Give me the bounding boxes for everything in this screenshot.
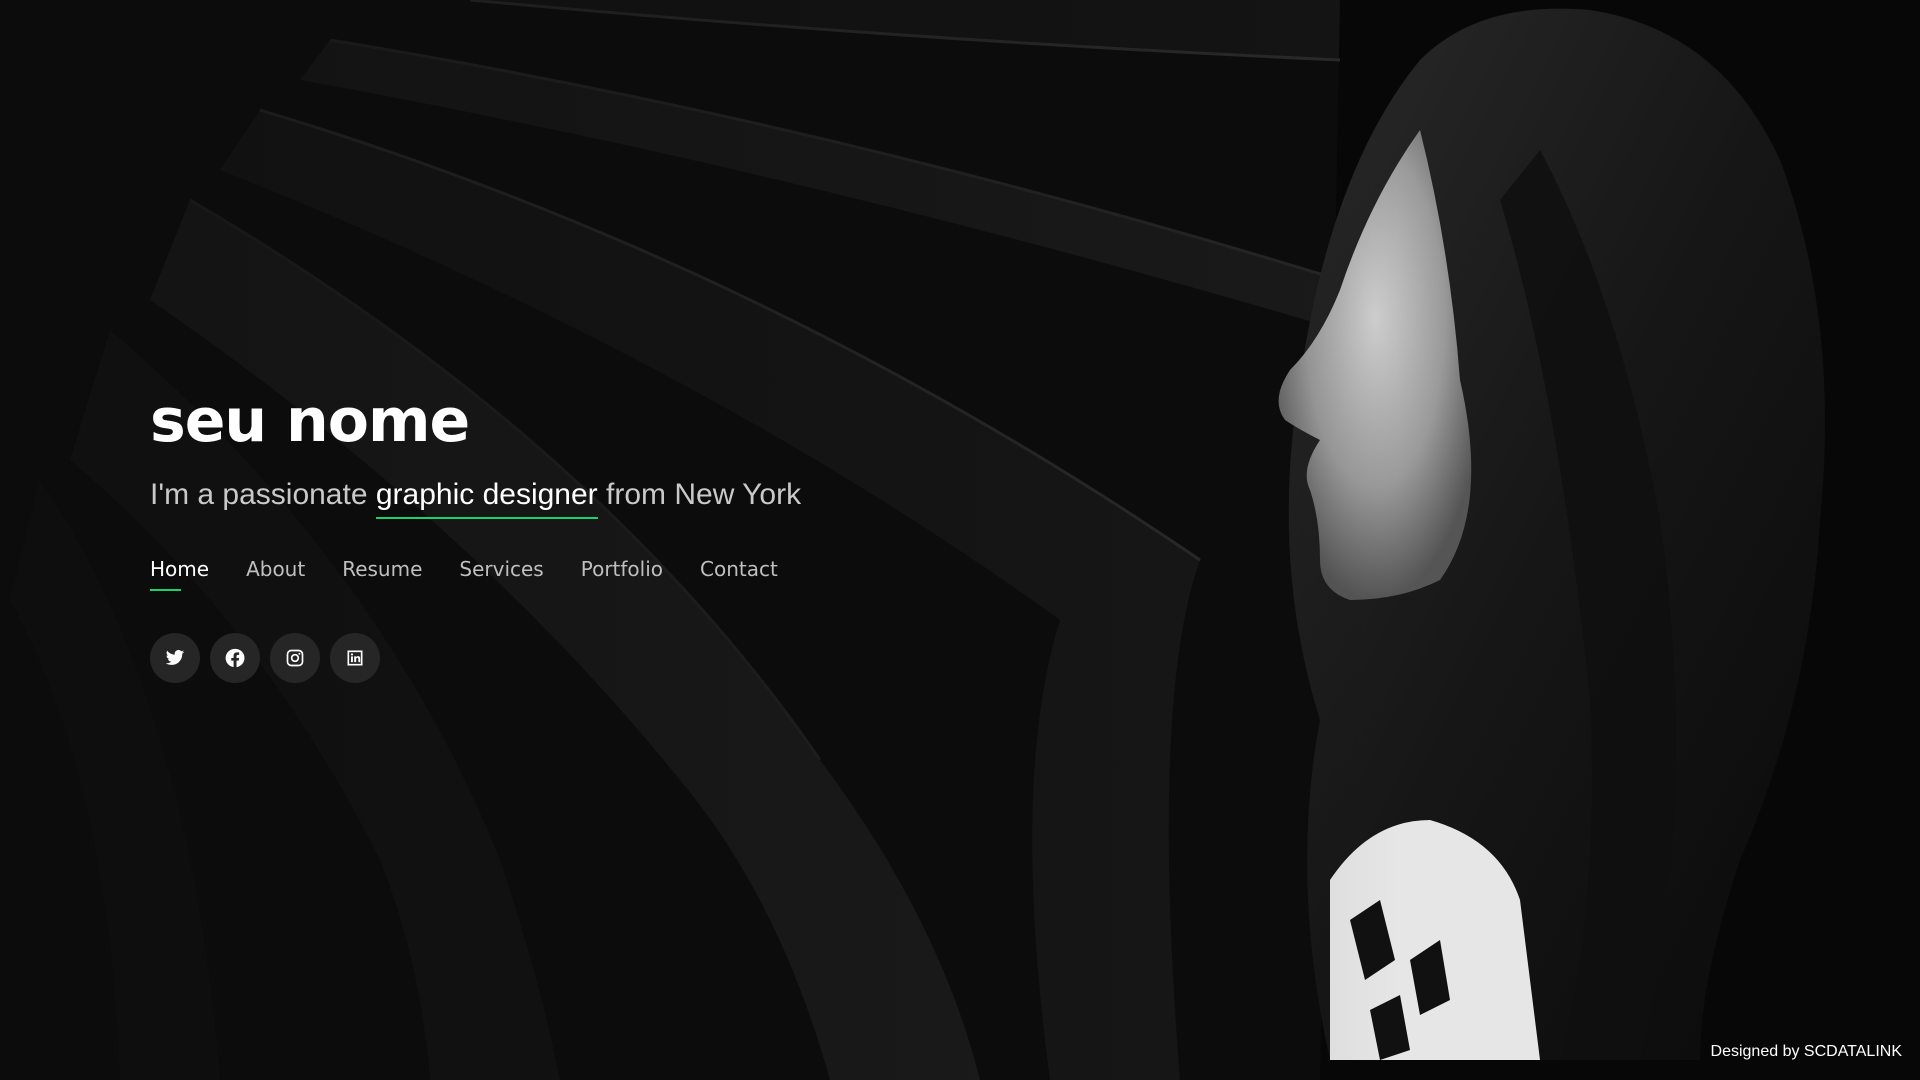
- instagram-icon: [286, 649, 304, 667]
- typed-role: graphic designer: [375, 479, 598, 519]
- nav-item-home[interactable]: Home: [150, 555, 209, 591]
- social-links: [150, 633, 1050, 683]
- linkedin-button[interactable]: [330, 633, 380, 683]
- nav-item-services[interactable]: Services: [459, 555, 543, 591]
- nav-item-resume[interactable]: Resume: [342, 555, 422, 591]
- main-nav: Home About Resume Services Portfolio Con…: [150, 555, 1050, 591]
- credits-prefix: Designed by: [1710, 1043, 1804, 1060]
- hero-section: seu nome I'm a passionate graphic design…: [0, 0, 1920, 1080]
- nav-item-contact[interactable]: Contact: [700, 555, 778, 591]
- hero-content: seu nome I'm a passionate graphic design…: [150, 385, 1050, 683]
- hero-tagline: I'm a passionate graphic designer from N…: [150, 475, 1050, 519]
- linkedin-icon: [347, 650, 363, 666]
- nav-item-portfolio[interactable]: Portfolio: [581, 555, 663, 591]
- nav-item-about[interactable]: About: [246, 555, 305, 591]
- instagram-button[interactable]: [270, 633, 320, 683]
- tagline-prefix: I'm a passionate: [150, 478, 376, 511]
- facebook-button[interactable]: [210, 633, 260, 683]
- twitter-icon: [165, 650, 185, 665]
- credits: Designed by SCDATALINK: [1711, 1042, 1902, 1062]
- credits-author-link[interactable]: SCDATALINK: [1804, 1043, 1902, 1060]
- facebook-icon: [225, 648, 245, 668]
- nav-list: Home About Resume Services Portfolio Con…: [150, 555, 1050, 591]
- tagline-suffix: from New York: [597, 478, 802, 511]
- twitter-button[interactable]: [150, 633, 200, 683]
- hero-name: seu nome: [150, 386, 470, 456]
